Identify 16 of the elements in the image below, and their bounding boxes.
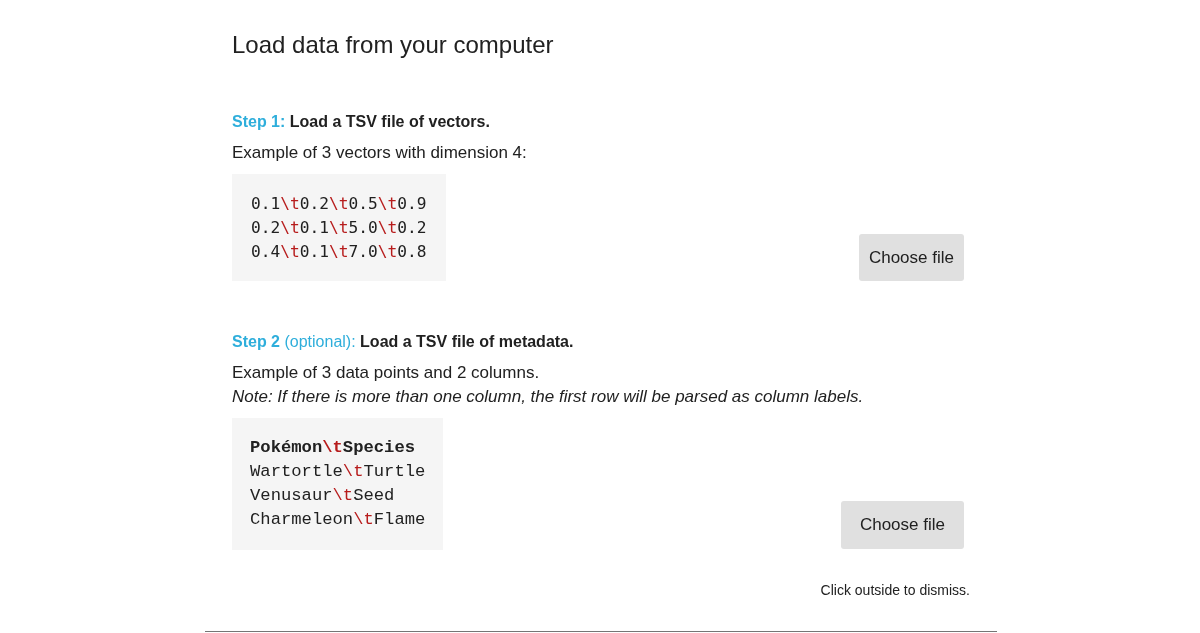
code-line: Charmeleon\tFlame [250,509,426,531]
example-description: Example of 3 vectors with dimension 4: [232,142,528,164]
code-line: Wartortle\tTurtle [250,461,426,483]
example-description: Example of 3 data points and 2 columns. [232,362,541,384]
code-line: 0.1\t0.2\t0.5\t0.9 [251,193,427,215]
code-line: 0.2\t0.1\t5.0\t0.2 [251,217,427,239]
dismiss-hint: Click outside to dismiss. [820,581,970,600]
choose-file-button[interactable]: Choose file [840,501,964,549]
code-line: Pokémon\tSpecies [250,437,417,459]
code-line: Venusaur\tSeed [250,485,396,507]
step-heading: Step 2 (optional): Load a TSV file of metadata. [232,332,575,352]
code-line: 0.4\t0.1\t7.0\t0.8 [251,241,427,263]
dialog-title: Load data from your computer [232,30,555,60]
step-heading: Step 1: Load a TSV file of vectors. [232,112,491,132]
note-text: Note: If there is more than one column, the first row will be parsed as column labels. [232,386,865,408]
choose-file-button[interactable]: Choose file [858,234,964,281]
